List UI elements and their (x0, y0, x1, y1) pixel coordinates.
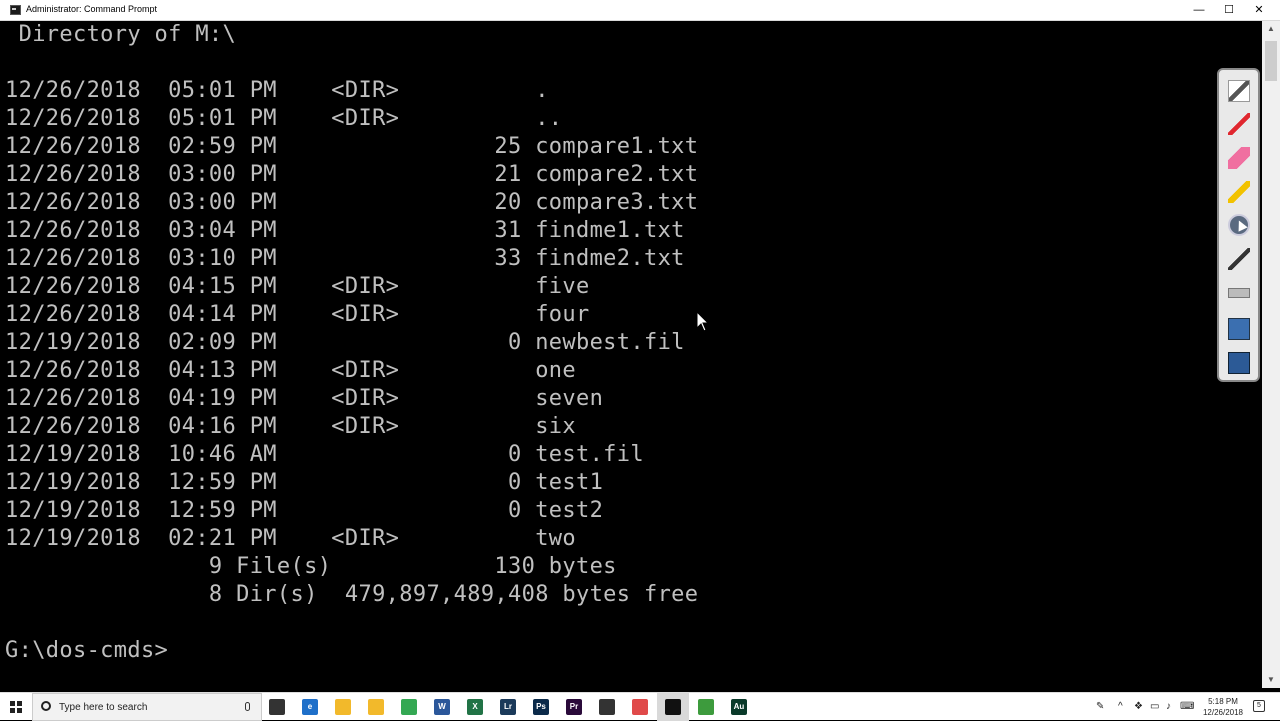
console-line: G:\dos-cmds> (5, 638, 169, 663)
photoshop-icon[interactable]: Ps (533, 699, 549, 715)
console-line: 12/26/2018 03:00 PM 20 compare3.txt (5, 190, 699, 215)
show-hidden-icons-icon[interactable]: ^ (1118, 701, 1123, 712)
title-bar: Administrator: Command Prompt — ☐ ✕ (0, 0, 1280, 21)
system-clock[interactable]: 5:18 PM 12/26/2018 (1192, 696, 1254, 718)
vertical-scrollbar[interactable]: ▲ ▼ (1262, 21, 1280, 688)
drawing-toolbar (1217, 68, 1260, 382)
pen-icon[interactable] (1228, 113, 1250, 135)
word-icon[interactable]: W (434, 699, 450, 715)
console-line: 12/26/2018 04:16 PM <DIR> six (5, 414, 576, 439)
record-icon[interactable] (632, 699, 648, 715)
network-icon[interactable]: ▭ (1150, 701, 1159, 712)
command-prompt-icon (10, 5, 21, 15)
console-line: 12/26/2018 04:19 PM <DIR> seven (5, 386, 604, 411)
console-line: 12/26/2018 04:15 PM <DIR> five (5, 274, 590, 299)
pen-workspace-icon[interactable]: ✎ (1096, 701, 1104, 712)
search-placeholder: Type here to search (59, 702, 148, 713)
console-line: 9 File(s) 130 bytes (5, 554, 617, 579)
close-button[interactable]: ✕ (1244, 0, 1274, 20)
search-icon (41, 701, 51, 711)
edge-icon[interactable]: e (302, 699, 318, 715)
microphone-icon[interactable] (245, 702, 250, 711)
audition-icon[interactable]: Au (731, 699, 747, 715)
screen-icon[interactable] (1228, 318, 1250, 340)
console-line: Directory of M:\ (5, 22, 237, 47)
lightroom-icon[interactable]: Lr (500, 699, 516, 715)
highlighter-icon[interactable] (1228, 181, 1250, 203)
volume-icon[interactable]: ♪ (1166, 701, 1171, 712)
screen-capture-icon[interactable] (1228, 352, 1250, 374)
scrollbar-thumb[interactable] (1265, 41, 1277, 81)
screencast-icon[interactable] (599, 699, 615, 715)
task-view-icon[interactable] (269, 699, 285, 715)
console-line: 12/19/2018 12:59 PM 0 test2 (5, 498, 604, 523)
console-line: 12/26/2018 05:01 PM <DIR> .. (5, 106, 563, 131)
chrome-icon[interactable] (401, 699, 417, 715)
notification-center-icon[interactable]: 5 (1253, 700, 1265, 712)
file-explorer-icon[interactable] (335, 699, 351, 715)
pencil-icon[interactable] (1228, 80, 1250, 102)
taskbar-search[interactable]: Type here to search (32, 693, 262, 721)
console-line: 12/19/2018 12:59 PM 0 test1 (5, 470, 604, 495)
excel-icon[interactable]: X (467, 699, 483, 715)
console-line: 12/26/2018 03:04 PM 31 findme1.txt (5, 218, 685, 243)
eraser-icon[interactable] (1228, 147, 1250, 169)
clock-time: 5:18 PM (1208, 697, 1238, 706)
premiere-icon[interactable]: Pr (566, 699, 582, 715)
console-line: 12/19/2018 10:46 AM 0 test.fil (5, 442, 644, 467)
store-icon[interactable] (368, 699, 384, 715)
console-line: 12/26/2018 03:00 PM 21 compare2.txt (5, 162, 699, 187)
taskbar: Type here to search e W X Lr Ps Pr Au ✎ ^ ❖ ▭ … (0, 692, 1280, 721)
pointer-icon[interactable] (1228, 214, 1250, 236)
scroll-down-icon[interactable]: ▼ (1262, 672, 1280, 688)
console-line: 12/26/2018 02:59 PM 25 compare1.txt (5, 134, 699, 159)
brush-icon[interactable] (1228, 248, 1250, 270)
notepad-icon[interactable] (698, 699, 714, 715)
ruler-icon[interactable] (1228, 288, 1250, 298)
console-line: 12/19/2018 02:21 PM <DIR> two (5, 526, 576, 551)
window-title: Administrator: Command Prompt (26, 4, 158, 14)
clock-date: 12/26/2018 (1202, 708, 1244, 717)
minimize-button[interactable]: — (1184, 0, 1214, 20)
scroll-up-icon[interactable]: ▲ (1262, 21, 1280, 37)
console-line: 12/26/2018 05:01 PM <DIR> . (5, 78, 549, 103)
windows-logo-icon (10, 701, 22, 713)
console-line: 12/26/2018 03:10 PM 33 findme2.txt (5, 246, 685, 271)
start-button[interactable] (0, 693, 32, 721)
dropbox-icon[interactable]: ❖ (1134, 701, 1143, 712)
command-prompt-icon[interactable] (665, 699, 681, 715)
console-line: 8 Dir(s) 479,897,489,408 bytes free (5, 582, 699, 607)
maximize-button[interactable]: ☐ (1214, 0, 1244, 20)
console-line: 12/26/2018 04:14 PM <DIR> four (5, 302, 590, 327)
console-line: 12/19/2018 02:09 PM 0 newbest.fil (5, 330, 685, 355)
console-output[interactable]: Directory of M:\ 12/26/2018 05:01 PM <DIR… (0, 21, 1262, 688)
console-line: 12/26/2018 04:13 PM <DIR> one (5, 358, 576, 383)
